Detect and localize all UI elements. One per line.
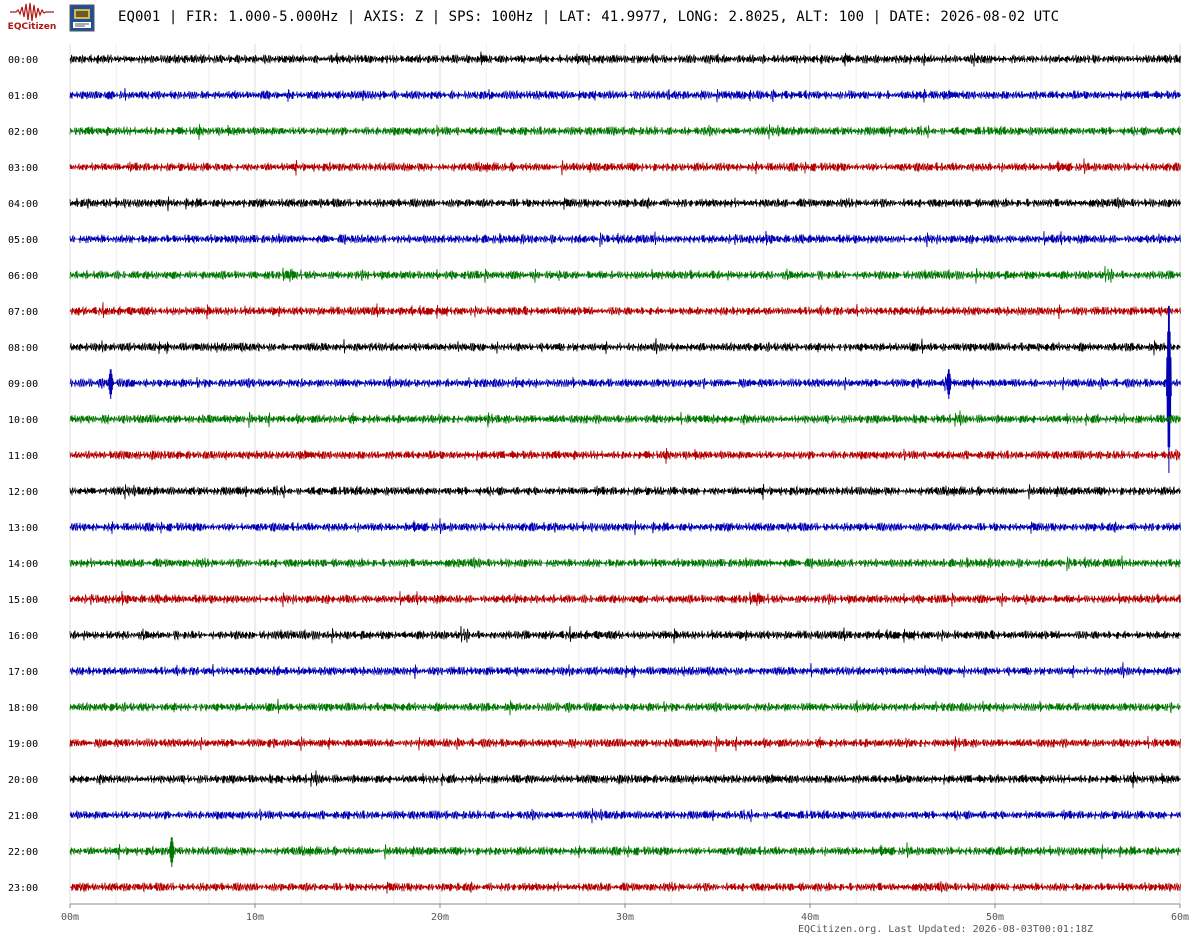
row-time-label: 16:00 <box>8 631 38 642</box>
row-time-label: 12:00 <box>8 487 38 498</box>
row-time-label: 13:00 <box>8 523 38 534</box>
row-time-label: 20:00 <box>8 775 38 786</box>
x-tick-label: 00m <box>61 912 79 923</box>
row-time-label: 19:00 <box>8 739 38 750</box>
row-time-label: 14:00 <box>8 559 38 570</box>
seismic-event <box>168 837 175 868</box>
row-time-label: 02:00 <box>8 127 38 138</box>
row-time-label: 11:00 <box>8 451 38 462</box>
row-time-label: 15:00 <box>8 595 38 606</box>
seismic-event <box>945 369 952 400</box>
row-time-label: 06:00 <box>8 271 38 282</box>
row-time-label: 04:00 <box>8 199 38 210</box>
row-time-label: 05:00 <box>8 235 38 246</box>
row-time-label: 08:00 <box>8 343 38 354</box>
row-time-label: 21:00 <box>8 811 38 822</box>
x-tick-label: 10m <box>246 912 264 923</box>
row-time-label: 18:00 <box>8 703 38 714</box>
row-time-label: 07:00 <box>8 307 38 318</box>
row-time-label: 09:00 <box>8 379 38 390</box>
x-tick-label: 20m <box>431 912 449 923</box>
row-time-label: 22:00 <box>8 847 38 858</box>
last-updated-footer: EQCitizen.org. Last Updated: 2026-08-03T… <box>798 924 1094 935</box>
row-time-label: 00:00 <box>8 55 38 66</box>
seismic-event <box>1166 305 1172 474</box>
row-time-label: 03:00 <box>8 163 38 174</box>
seismic-event <box>107 369 114 400</box>
x-tick-label: 30m <box>616 912 634 923</box>
row-time-label: 10:00 <box>8 415 38 426</box>
x-tick-label: 60m <box>1171 912 1189 923</box>
helicorder-chart: 00m 10m 20m 30m 40m 50m 60m 00:00 01:00 02:00 03:0… <box>8 44 1189 923</box>
row-time-label: 01:00 <box>8 91 38 102</box>
x-tick-label: 50m <box>986 912 1004 923</box>
row-time-label: 17:00 <box>8 667 38 678</box>
x-tick-label: 40m <box>801 912 819 923</box>
row-time-label: 23:00 <box>8 883 38 894</box>
